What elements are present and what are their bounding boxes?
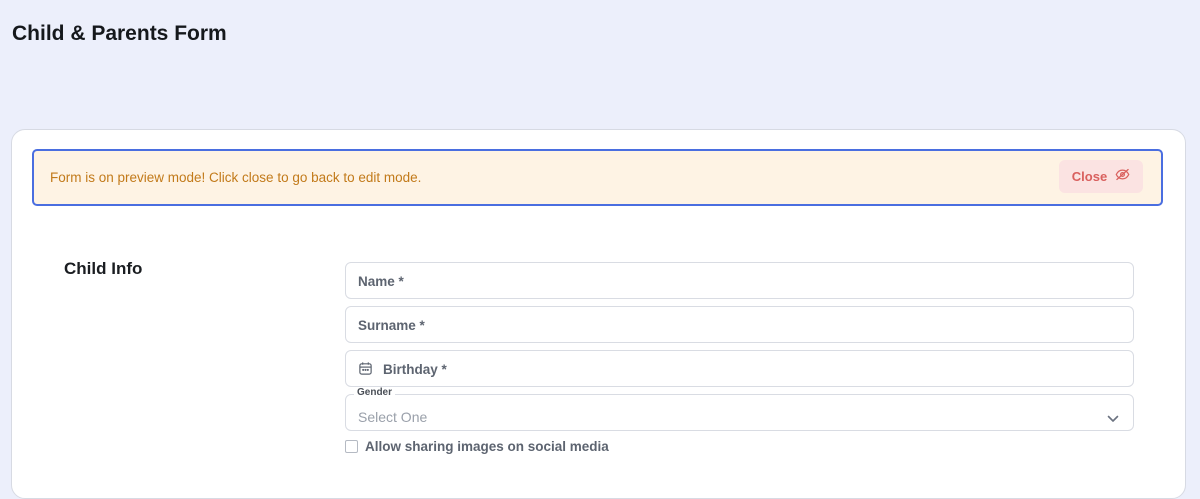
- birthday-field[interactable]: Birthday *: [345, 350, 1134, 387]
- gender-legend: Gender: [354, 387, 396, 398]
- name-field-label: Name *: [358, 274, 404, 289]
- calendar-icon: [358, 361, 373, 376]
- social-media-checkbox[interactable]: [345, 440, 358, 453]
- gender-select[interactable]: Gender Select One: [345, 387, 1134, 431]
- close-preview-button[interactable]: Close: [1059, 160, 1143, 193]
- surname-field-label: Surname *: [358, 318, 425, 333]
- birthday-field-label: Birthday *: [383, 362, 447, 377]
- section-title-child-info: Child Info: [64, 259, 143, 278]
- name-field[interactable]: Name *: [345, 262, 1134, 299]
- alert-message: Form is on preview mode! Click close to …: [50, 170, 422, 185]
- close-button-label: Close: [1071, 169, 1108, 184]
- eye-off-icon: [1115, 167, 1130, 187]
- surname-field[interactable]: Surname *: [345, 306, 1134, 343]
- gender-placeholder: Select One: [358, 409, 428, 425]
- page-title: Child & Parents Form: [12, 22, 227, 45]
- page-header: Child & Parents Form: [0, 0, 1200, 130]
- social-media-checkbox-label[interactable]: Allow sharing images on social media: [365, 439, 609, 454]
- form-card: Form is on preview mode! Click close to …: [11, 129, 1186, 499]
- preview-mode-alert: Form is on preview mode! Click close to …: [32, 149, 1163, 206]
- chevron-down-icon: [1107, 410, 1119, 422]
- social-media-consent: Allow sharing images on social media: [345, 439, 609, 454]
